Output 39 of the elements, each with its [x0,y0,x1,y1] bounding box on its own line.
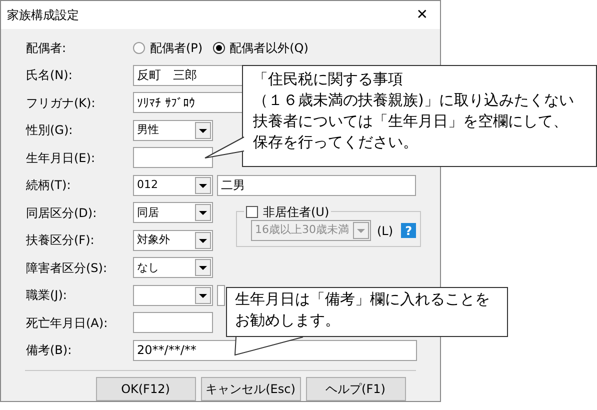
callout-text: 扶養者については「生年月日」を空欄にして、 [253,111,568,132]
dialog-button[interactable]: キャンセル(Esc) [200,377,300,401]
field-label: (L) [377,222,394,240]
radio-label[interactable]: 配偶者以外(Q) [230,38,308,57]
checkbox[interactable]: 非居住者(U) [244,203,332,221]
field-label: 障害者区分(S): [26,260,108,277]
field-label: 生年月日(E): [26,150,96,167]
input-field[interactable] [133,312,213,334]
field-label: 職業(J): [26,287,68,304]
input-field[interactable] [217,284,225,306]
field-label: 死亡年月日(A): [26,314,109,332]
field-label: 性別(G): [26,122,74,140]
dropdown[interactable] [133,284,213,306]
window-title: 家族構成設定 [7,7,79,24]
radio-button[interactable] [212,42,225,54]
dropdown[interactable]: 対象外 [133,230,213,251]
field-label: 同居区分(D): [26,204,98,222]
callout-text: 生年月日は「備考」欄に入れることを [235,289,490,310]
input-field[interactable] [133,147,213,168]
radio-button[interactable] [133,42,145,54]
field-label: 続柄(T): [26,177,72,194]
dialog-button[interactable]: OK(F12) [96,377,196,401]
field-label: 氏名(N): [26,67,74,84]
dialog-button[interactable]: ヘルプ(F1) [306,377,406,401]
callout-text: お勧めします。 [235,310,340,331]
field-label: 配偶者: [26,40,68,57]
callout-text: 保存を行ってください。 [253,132,418,153]
dropdown[interactable]: 同居 [133,202,213,224]
input-field[interactable]: 20**/**/** [133,340,417,361]
field-label: フリガナ(K): [26,94,96,112]
close-button[interactable]: ✕ [412,4,432,26]
dropdown[interactable]: 012 [133,174,213,196]
input-field[interactable]: 二男 [217,174,416,196]
help-icon[interactable]: ? [401,223,416,238]
dropdown[interactable]: 男性 [133,120,213,141]
field-label: 扶養区分(F): [26,232,96,250]
radio-label[interactable]: 配偶者(P) [150,38,203,57]
field-label: 備考(B): [26,342,73,360]
dropdown[interactable]: なし [133,257,213,278]
